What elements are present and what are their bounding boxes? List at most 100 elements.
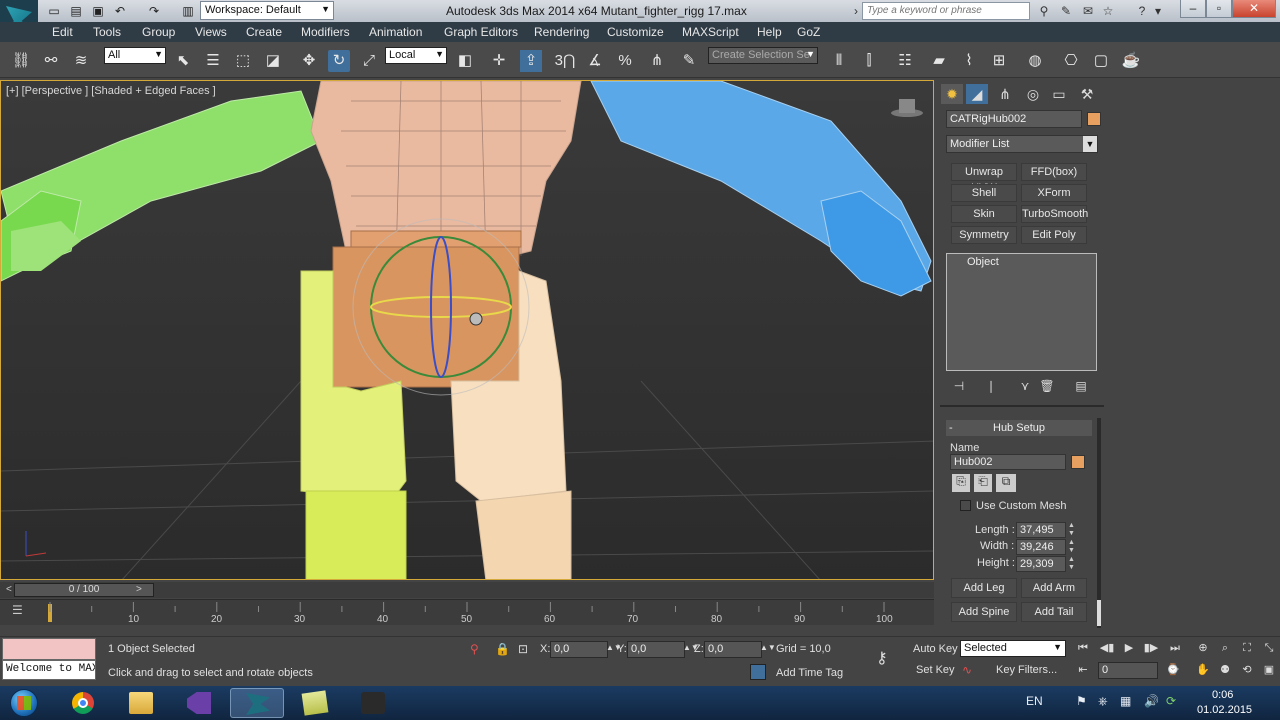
motion-tab-icon[interactable]: ◎	[1022, 84, 1044, 104]
minimize-button[interactable]: –	[1180, 0, 1206, 18]
mirror-icon[interactable]: ⫴	[828, 50, 850, 72]
select-by-name-icon[interactable]: ☰	[202, 50, 224, 72]
add-time-tag[interactable]: Add Time Tag	[776, 667, 843, 679]
add-spine-button[interactable]: Add Spine	[951, 602, 1017, 622]
hub-color-swatch[interactable]	[1071, 455, 1085, 469]
volume-icon[interactable]: 🔊	[1144, 694, 1159, 708]
remove-modifier-icon[interactable]: 🗑	[1038, 379, 1056, 395]
menu-animation[interactable]: Animation	[369, 25, 422, 39]
z-spinner[interactable]: ▲▼	[760, 643, 776, 652]
notes-taskbar-icon[interactable]	[288, 688, 342, 718]
add-arm-button[interactable]: Add Arm	[1021, 578, 1087, 598]
maximize-viewport-icon[interactable]: ⤡	[1260, 639, 1278, 657]
open-file-icon[interactable]: ▤	[68, 3, 84, 19]
paste-icon[interactable]: ⎗	[974, 474, 992, 492]
workspace-dropdown[interactable]: Workspace: Default ▼	[200, 1, 334, 20]
menu-group[interactable]: Group	[142, 25, 175, 39]
object-name-field[interactable]: CATRigHub002	[946, 110, 1082, 128]
use-custom-mesh-checkbox[interactable]	[960, 500, 971, 511]
hierarchy-tab-icon[interactable]: ⋔	[994, 84, 1016, 104]
maxscript-listener-output[interactable]: Welcome to MAXScript.	[2, 660, 96, 680]
tray-icon[interactable]: ⎈	[1098, 694, 1108, 709]
chevron-down-icon[interactable]: ▾	[1150, 3, 1166, 19]
perspective-viewport[interactable]: [+] [Perspective ] [Shaded + Edged Faces…	[0, 80, 934, 580]
make-unique-icon[interactable]: ⋎	[1016, 379, 1034, 395]
favorites-star-icon[interactable]: ☆	[1100, 3, 1116, 19]
chrome-taskbar-icon[interactable]	[56, 688, 110, 718]
undo-icon[interactable]: ↶	[112, 3, 128, 19]
panel-scrollbar[interactable]	[1097, 418, 1101, 628]
language-indicator[interactable]: EN	[1026, 694, 1043, 708]
copy-icon[interactable]: ⎘	[952, 474, 970, 492]
key-mode-icon[interactable]: ∿	[962, 663, 972, 677]
menu-maxscript[interactable]: MAXScript	[682, 25, 739, 39]
viewport-label[interactable]: [+] [Perspective ] [Shaded + Edged Faces…	[6, 85, 216, 97]
clock-time[interactable]: 0:06	[1212, 689, 1233, 701]
pin-stack-icon[interactable]: ⊣	[950, 379, 968, 395]
time-configuration-icon[interactable]: ⌚	[1164, 661, 1182, 679]
bind-space-warp-icon[interactable]: ≋	[70, 50, 92, 72]
key-mode-toggle-icon[interactable]: ⇤	[1074, 661, 1092, 679]
zoom-extents-icon[interactable]: ⊕	[1194, 639, 1212, 657]
configure-sets-icon[interactable]: ▤	[1072, 379, 1090, 395]
current-frame-field[interactable]: 0	[1098, 662, 1158, 679]
pivot-center-icon[interactable]: ◧	[454, 50, 476, 72]
explorer-taskbar-icon[interactable]	[114, 688, 168, 718]
reference-coordinate-dropdown[interactable]: Local ▼	[385, 47, 447, 64]
subscription-icon[interactable]: ✎	[1058, 3, 1074, 19]
move-icon[interactable]: ✥	[298, 50, 320, 72]
stack-item-object[interactable]: Object	[967, 256, 999, 268]
snaps-toggle-icon[interactable]: 3⋂	[554, 50, 576, 72]
select-object-icon[interactable]: ⬉	[172, 50, 194, 72]
display-tab-icon[interactable]: ▭	[1048, 84, 1070, 104]
layer-manager-icon[interactable]: ☷	[894, 50, 916, 72]
redo-icon[interactable]: ↷	[146, 3, 162, 19]
length-field[interactable]: 37,495	[1016, 522, 1066, 538]
utilities-tab-icon[interactable]: ⚒	[1076, 84, 1098, 104]
hub-setup-rollout-header[interactable]: - Hub Setup	[946, 420, 1092, 436]
width-spinner[interactable]: ▲ ▼	[1068, 539, 1076, 555]
keyboard-shortcut-override-icon[interactable]: ⇪	[520, 50, 542, 72]
scene-3d-character[interactable]	[1, 81, 934, 580]
visual-studio-taskbar-icon[interactable]	[172, 688, 226, 718]
align-icon[interactable]: ⫿	[858, 50, 880, 72]
paste-mirrored-icon[interactable]: ⧉	[996, 474, 1016, 492]
key-filters-button[interactable]: Key Filters...	[996, 664, 1057, 676]
communication-icon[interactable]: ✉	[1080, 3, 1096, 19]
menu-help[interactable]: Help	[757, 25, 782, 39]
symmetry-button[interactable]: Symmetry	[951, 226, 1017, 244]
edit-poly-button[interactable]: Edit Poly	[1021, 226, 1087, 244]
height-spinner[interactable]: ▲ ▼	[1068, 556, 1076, 572]
orbit-icon[interactable]: ⟲	[1238, 661, 1256, 679]
key-set-dropdown[interactable]: Selected ▼	[960, 640, 1066, 657]
menu-create[interactable]: Create	[246, 25, 282, 39]
create-tab-icon[interactable]: ✹	[941, 84, 963, 104]
walk-through-icon[interactable]: ⚉	[1216, 661, 1234, 679]
save-icon[interactable]: ▣	[90, 3, 106, 19]
modifier-stack[interactable]: Object	[946, 253, 1097, 371]
maximize-toggle-icon[interactable]: ▣	[1260, 661, 1278, 679]
help-icon[interactable]: ?	[1134, 3, 1150, 19]
menu-modifiers[interactable]: Modifiers	[301, 25, 350, 39]
height-field[interactable]: 29,309	[1016, 556, 1066, 572]
selection-filter-dropdown[interactable]: All ▼	[104, 47, 166, 64]
project-folder-icon[interactable]: ▥	[180, 3, 196, 19]
go-to-start-icon[interactable]: ⏮	[1074, 639, 1092, 657]
curve-editor-icon[interactable]: ⌇	[958, 50, 980, 72]
time-slider-prev-icon[interactable]: <	[6, 584, 12, 595]
scale-icon[interactable]: ⤢	[358, 50, 380, 72]
mini-curve-editor-icon[interactable]: ☰	[12, 603, 23, 617]
set-key-button[interactable]: Set Key	[916, 664, 955, 676]
graphite-tools-icon[interactable]: ▰	[928, 50, 950, 72]
shell-button[interactable]: Shell	[951, 184, 1017, 202]
percent-snap-icon[interactable]: %	[614, 50, 636, 72]
update-icon[interactable]: ⟳	[1166, 694, 1176, 708]
field-of-view-icon[interactable]: ⌕	[1216, 639, 1234, 657]
z-coordinate-field[interactable]: 0,0	[704, 641, 762, 658]
isolate-selection-icon[interactable]: ⚲	[470, 642, 479, 656]
turbosmooth-button[interactable]: TurboSmooth	[1021, 205, 1088, 223]
show-end-result-icon[interactable]: ❘	[982, 379, 1000, 395]
time-slider-next-icon[interactable]: >	[136, 584, 142, 595]
time-slider-track[interactable]: < 0 / 100 >	[0, 582, 934, 598]
menu-edit[interactable]: Edit	[52, 25, 73, 39]
